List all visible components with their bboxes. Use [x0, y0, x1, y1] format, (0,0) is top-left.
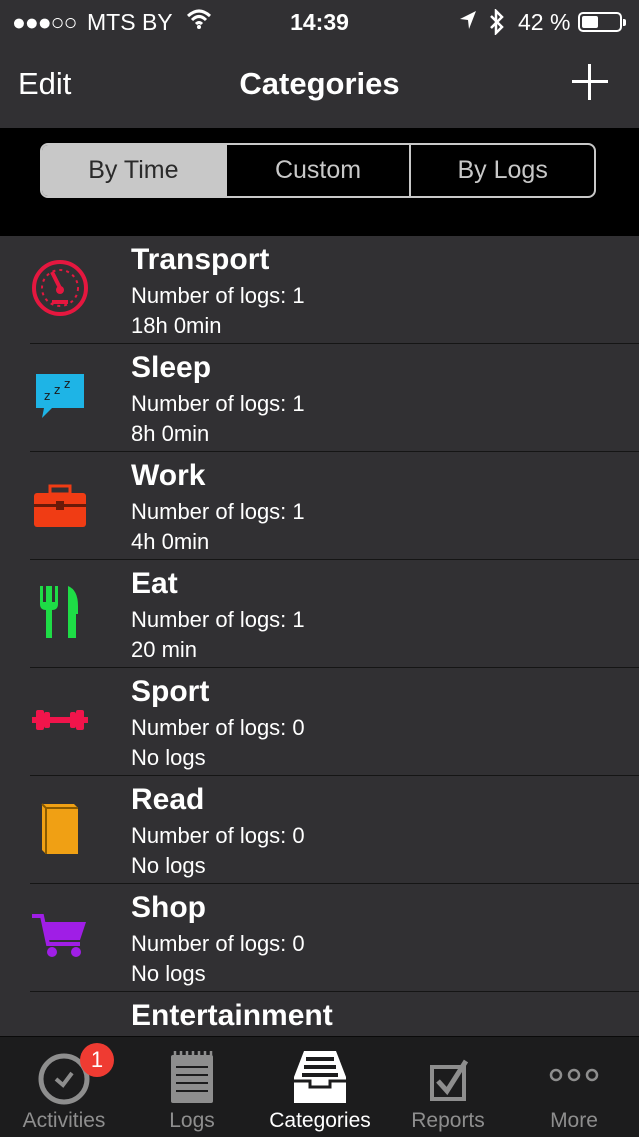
category-row-eat[interactable]: Eat Number of logs: 1 20 min [0, 560, 639, 668]
inbox-tray-icon [290, 1047, 350, 1107]
tab-bar: 1 Activities Logs Categories Reports Mor… [0, 1036, 639, 1137]
toolbox-icon [30, 474, 90, 534]
speedometer-icon [30, 258, 90, 318]
category-row-shop[interactable]: Shop Number of logs: 0 No logs [0, 884, 639, 992]
tab-label: Logs [169, 1109, 215, 1132]
category-name: Eat [131, 567, 178, 600]
page-title: Categories [239, 66, 400, 101]
segment-custom[interactable]: Custom [224, 145, 410, 196]
tab-label: More [550, 1109, 598, 1132]
svg-text:z: z [44, 389, 50, 403]
category-name: Work [131, 459, 206, 492]
category-name: Sport [131, 675, 210, 708]
category-row-transport[interactable]: Transport Number of logs: 1 18h 0min [0, 236, 639, 344]
category-list: Transport Number of logs: 1 18h 0min zzz… [0, 236, 639, 1036]
category-name: Transport [131, 243, 270, 276]
entertainment-icon [30, 1014, 90, 1036]
tab-activities[interactable]: 1 Activities [0, 1037, 128, 1137]
category-row-sleep[interactable]: zzz Sleep Number of logs: 1 8h 0min [0, 344, 639, 452]
tab-reports[interactable]: Reports [384, 1037, 512, 1137]
category-log-count: Number of logs: 0 [131, 823, 305, 848]
svg-text:z: z [64, 377, 70, 391]
book-icon [30, 798, 90, 858]
tab-categories[interactable]: Categories [256, 1037, 384, 1137]
tab-label: Activities [22, 1109, 106, 1132]
category-log-count: Number of logs: 1 [131, 499, 305, 524]
segment-bar: By Time Custom By Logs [0, 128, 639, 236]
notepad-icon [162, 1047, 222, 1107]
category-row-read[interactable]: Read Number of logs: 0 No logs [0, 776, 639, 884]
category-log-count: Number of logs: 1 [131, 607, 305, 632]
fork-knife-icon [30, 582, 90, 642]
plus-icon[interactable] [570, 62, 610, 102]
category-row-sport[interactable]: Sport Number of logs: 0 No logs [0, 668, 639, 776]
category-duration: 8h 0min [131, 421, 210, 446]
battery-icon [578, 12, 626, 32]
category-duration: No logs [131, 853, 206, 878]
category-duration: 18h 0min [131, 313, 222, 338]
bluetooth-icon [487, 7, 507, 40]
category-duration: No logs [131, 745, 206, 770]
battery-percent: 42 % [518, 9, 571, 35]
location-arrow-icon [458, 9, 478, 36]
sleep-bubble-icon: zzz [30, 366, 90, 426]
category-name: Shop [131, 891, 206, 924]
category-row-work[interactable]: Work Number of logs: 1 4h 0min [0, 452, 639, 560]
category-log-count: Number of logs: 1 [131, 391, 305, 416]
sort-segmented-control: By Time Custom By Logs [40, 143, 596, 198]
tab-more[interactable]: More [510, 1037, 638, 1137]
tab-label: Categories [269, 1109, 371, 1132]
category-name: Sleep [131, 351, 212, 384]
segment-by-time[interactable]: By Time [42, 145, 225, 196]
category-duration: No logs [131, 961, 206, 986]
notification-badge: 1 [80, 1043, 114, 1077]
checkbox-icon [418, 1047, 478, 1107]
svg-text:z: z [54, 383, 60, 397]
category-name: Entertainment [131, 999, 333, 1032]
category-duration: 20 min [131, 637, 198, 662]
tab-logs[interactable]: Logs [128, 1037, 256, 1137]
more-dots-icon [544, 1047, 604, 1107]
tab-label: Reports [411, 1109, 485, 1132]
category-name: Read [131, 783, 205, 816]
cart-icon [30, 906, 90, 966]
segment-by-logs[interactable]: By Logs [409, 145, 594, 196]
category-row-entertainment[interactable]: Entertainment [0, 992, 639, 1036]
category-duration: 4h 0min [131, 529, 210, 554]
category-log-count: Number of logs: 0 [131, 715, 305, 740]
category-log-count: Number of logs: 0 [131, 931, 305, 956]
status-bar: ●●●○○ MTS BY 14:39 42 % [0, 0, 639, 44]
category-log-count: Number of logs: 1 [131, 283, 305, 308]
navigation-bar: Edit Categories [0, 44, 639, 128]
dumbbell-icon [30, 690, 90, 750]
